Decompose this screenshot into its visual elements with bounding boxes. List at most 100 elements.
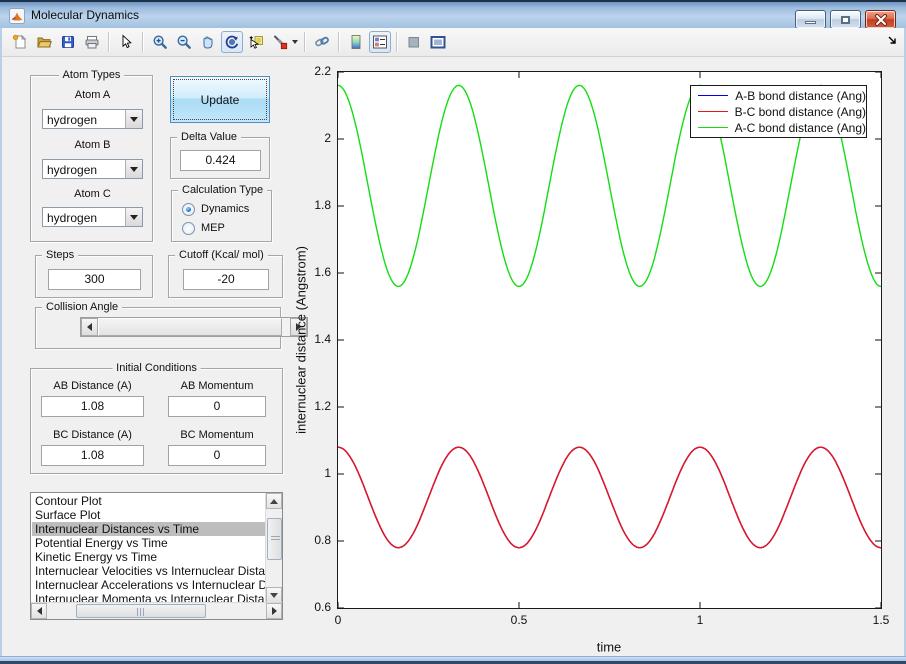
bc-distance-field[interactable]: 1.08 xyxy=(41,445,144,466)
brush-dropdown-caret[interactable] xyxy=(292,40,298,44)
insert-colorbar-button[interactable] xyxy=(345,31,367,53)
bc-momentum-field[interactable]: 0 xyxy=(168,445,266,466)
insert-legend-button[interactable] xyxy=(369,31,391,53)
list-item[interactable]: Potential Energy vs Time xyxy=(32,536,266,550)
dock-figure-button[interactable] xyxy=(427,31,449,53)
atom-types-panel: Atom Types Atom A hydrogen Atom B hydrog… xyxy=(30,69,153,242)
radio-dynamics-label: Dynamics xyxy=(201,203,250,215)
pointer-icon xyxy=(122,34,132,49)
atom-b-dropdown[interactable]: hydrogen xyxy=(42,159,143,179)
title-bar[interactable]: Molecular Dynamics xyxy=(0,0,906,29)
pan-tool-button[interactable] xyxy=(197,31,219,53)
atom-a-dropdown[interactable]: hydrogen xyxy=(42,109,143,129)
open-file-icon xyxy=(37,37,52,48)
atom-b-label: Atom B xyxy=(74,139,111,151)
chevron-down-icon[interactable] xyxy=(125,110,142,128)
window-border-left xyxy=(0,28,2,656)
horizontal-scroll-thumb[interactable] xyxy=(76,604,206,618)
atom-c-value: hydrogen xyxy=(47,211,98,225)
ab-momentum-field[interactable]: 0 xyxy=(168,396,266,417)
close-button[interactable] xyxy=(865,10,896,29)
brush-tool-button[interactable] xyxy=(269,31,291,53)
list-item[interactable]: Internuclear Distances vs Time xyxy=(32,522,266,536)
scroll-up-button[interactable] xyxy=(266,493,282,509)
new-figure-button[interactable] xyxy=(9,31,31,53)
radio-mep[interactable] xyxy=(182,221,195,235)
atom-c-dropdown[interactable]: hydrogen xyxy=(42,207,143,227)
toolbar-separator xyxy=(304,32,306,52)
window-title: Molecular Dynamics xyxy=(31,8,140,22)
y-tick-label: 0.8 xyxy=(314,533,331,547)
pointer-tool-button[interactable] xyxy=(115,31,137,53)
minimize-button[interactable] xyxy=(795,10,826,29)
legend-label: B-C bond distance (Ang) xyxy=(734,104,866,119)
figure-toolbar xyxy=(2,28,904,57)
arrow-right-icon xyxy=(271,607,277,615)
arrow-down-icon xyxy=(270,592,278,598)
list-item[interactable]: Internuclear Accelerations vs Internucle… xyxy=(32,578,266,592)
save-figure-button[interactable] xyxy=(57,31,79,53)
rotate-3d-button[interactable] xyxy=(221,31,243,53)
window-border-bottom xyxy=(0,656,906,664)
toolbar-separator xyxy=(338,32,340,52)
open-file-button[interactable] xyxy=(33,31,55,53)
delta-value-panel: Delta Value 0.424 xyxy=(170,131,270,179)
y-tick-label: 0.6 xyxy=(314,600,331,614)
plot-axes[interactable] xyxy=(337,71,882,609)
collision-angle-slider[interactable] xyxy=(80,317,308,337)
scroll-left-button[interactable] xyxy=(31,603,47,619)
delta-value-field[interactable]: 0.424 xyxy=(180,150,261,171)
new-figure-icon xyxy=(12,34,27,49)
collision-angle-panel: Collision Angle xyxy=(35,301,308,349)
zoom-out-button[interactable] xyxy=(173,31,195,53)
toolbar-separator xyxy=(142,32,144,52)
list-item[interactable]: Kinetic Energy vs Time xyxy=(32,550,266,564)
toolbar-overflow-icon[interactable] xyxy=(888,36,898,49)
x-tick-label: 0.5 xyxy=(510,613,528,627)
cutoff-title: Cutoff (Kcal/ mol) xyxy=(175,249,268,261)
chevron-down-icon[interactable] xyxy=(125,160,142,178)
calculation-type-panel: Calculation Type Dynamics MEP xyxy=(171,184,272,242)
link-plot-icon xyxy=(315,36,329,47)
arrow-left-icon xyxy=(87,323,92,331)
list-item[interactable]: Surface Plot xyxy=(32,508,266,522)
list-item[interactable]: Internuclear Velocities vs Internuclear … xyxy=(32,564,266,578)
print-figure-icon xyxy=(85,36,99,49)
atom-b-value: hydrogen xyxy=(47,163,98,177)
steps-title: Steps xyxy=(42,249,79,261)
print-figure-button[interactable] xyxy=(81,31,103,53)
radio-dynamics[interactable] xyxy=(182,202,195,216)
link-plot-button[interactable] xyxy=(311,31,333,53)
rotate-3d-icon xyxy=(225,35,239,49)
scroll-grip xyxy=(137,608,145,616)
zoom-in-button[interactable] xyxy=(149,31,171,53)
chevron-down-icon[interactable] xyxy=(125,208,142,226)
atom-a-label: Atom A xyxy=(74,89,111,101)
data-cursor-button[interactable] xyxy=(245,31,267,53)
initial-conditions-panel: Initial Conditions AB Distance (A) AB Mo… xyxy=(30,362,283,474)
steps-field[interactable]: 300 xyxy=(48,269,141,290)
plot-legend[interactable]: A-B bond distance (Ang) B-C bond distance… xyxy=(690,85,867,138)
calculation-type-title: Calculation Type xyxy=(178,184,268,196)
collision-angle-title: Collision Angle xyxy=(42,301,123,313)
cutoff-field[interactable]: -20 xyxy=(183,269,269,290)
vertical-scrollbar[interactable] xyxy=(265,493,282,603)
horizontal-scrollbar[interactable] xyxy=(31,602,282,619)
maximize-button[interactable] xyxy=(830,10,861,29)
pan-icon xyxy=(203,36,213,49)
list-item[interactable]: Contour Plot xyxy=(32,494,266,508)
close-icon xyxy=(874,13,887,26)
minimize-icon xyxy=(805,21,816,24)
y-tick-label: 1 xyxy=(324,466,331,480)
x-axis-label: time xyxy=(596,639,622,655)
legend-entry: A-B bond distance (Ang) xyxy=(691,89,866,103)
slider-thumb[interactable] xyxy=(98,318,282,336)
plot-type-listbox[interactable]: Contour Plot Surface Plot Internuclear Dis… xyxy=(30,492,283,620)
ab-distance-field[interactable]: 1.08 xyxy=(41,396,144,417)
slider-left-arrow[interactable] xyxy=(81,318,98,336)
legend-entry: A-C bond distance (Ang) xyxy=(691,121,866,135)
brush-icon xyxy=(274,35,288,50)
x-tick-label: 1.5 xyxy=(872,613,890,627)
hide-plot-tools-button[interactable] xyxy=(403,31,425,53)
update-button[interactable]: Update xyxy=(170,76,270,123)
